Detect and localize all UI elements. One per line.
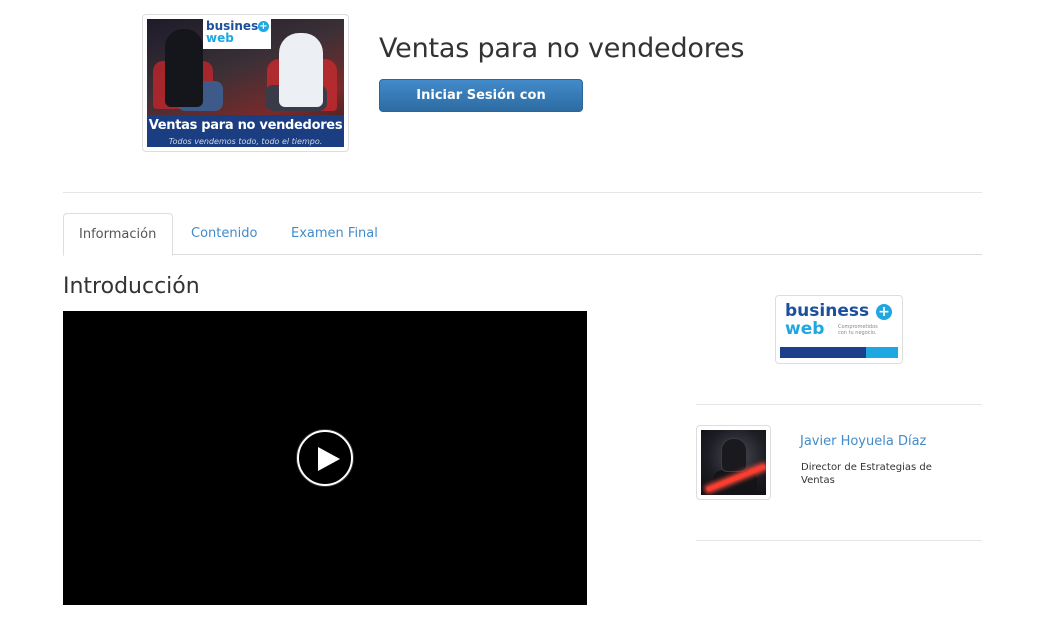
sponsor-logo-line-2: web bbox=[785, 319, 825, 339]
sponsor-logo-line-1: business bbox=[785, 301, 870, 321]
cover-banner: Ventas para no vendedores bbox=[147, 115, 344, 137]
intro-video-player[interactable] bbox=[63, 311, 587, 605]
sponsor-logo[interactable]: business + web Comprometidos con tu nego… bbox=[775, 295, 903, 364]
tab-contenido[interactable]: Contenido bbox=[191, 213, 257, 255]
tab-examen-final[interactable]: Examen Final bbox=[291, 213, 378, 255]
person-right bbox=[279, 33, 323, 107]
plus-icon: + bbox=[876, 304, 892, 320]
sponsor-tagline: Comprometidos con tu negocio. bbox=[838, 324, 878, 336]
plus-icon: + bbox=[258, 21, 269, 32]
section-title: Introducción bbox=[63, 274, 200, 299]
header-divider bbox=[63, 192, 982, 193]
instructor-role: Director de Estrategias de Ventas bbox=[801, 462, 932, 486]
sidebar-divider bbox=[696, 540, 982, 541]
instructor-avatar[interactable] bbox=[696, 425, 771, 500]
course-title: Ventas para no vendedores bbox=[379, 33, 745, 64]
play-button[interactable] bbox=[297, 430, 353, 486]
avatar-image bbox=[701, 430, 766, 495]
sidebar-divider bbox=[696, 404, 982, 405]
business-web-logo: business web + bbox=[203, 19, 271, 49]
course-tabs: Información Contenido Examen Final bbox=[63, 213, 982, 256]
facebook-login-button[interactable]: Iniciar Sesión con Facebook bbox=[379, 79, 583, 134]
tab-informacion[interactable]: Información bbox=[63, 213, 173, 256]
avatar-helmet bbox=[721, 438, 747, 472]
sponsor-bar-accent bbox=[866, 347, 898, 358]
instructor-name-link[interactable]: Javier Hoyuela Díaz bbox=[800, 434, 926, 449]
play-icon bbox=[318, 447, 340, 471]
course-thumbnail: business web + Ventas para no vendedores… bbox=[142, 14, 349, 152]
person-left bbox=[165, 29, 203, 107]
course-cover-image: business web + Ventas para no vendedores… bbox=[147, 19, 344, 147]
cover-tagline: Todos vendemos todo, todo el tiempo. bbox=[147, 137, 344, 147]
logo-line-2: web bbox=[206, 31, 234, 45]
